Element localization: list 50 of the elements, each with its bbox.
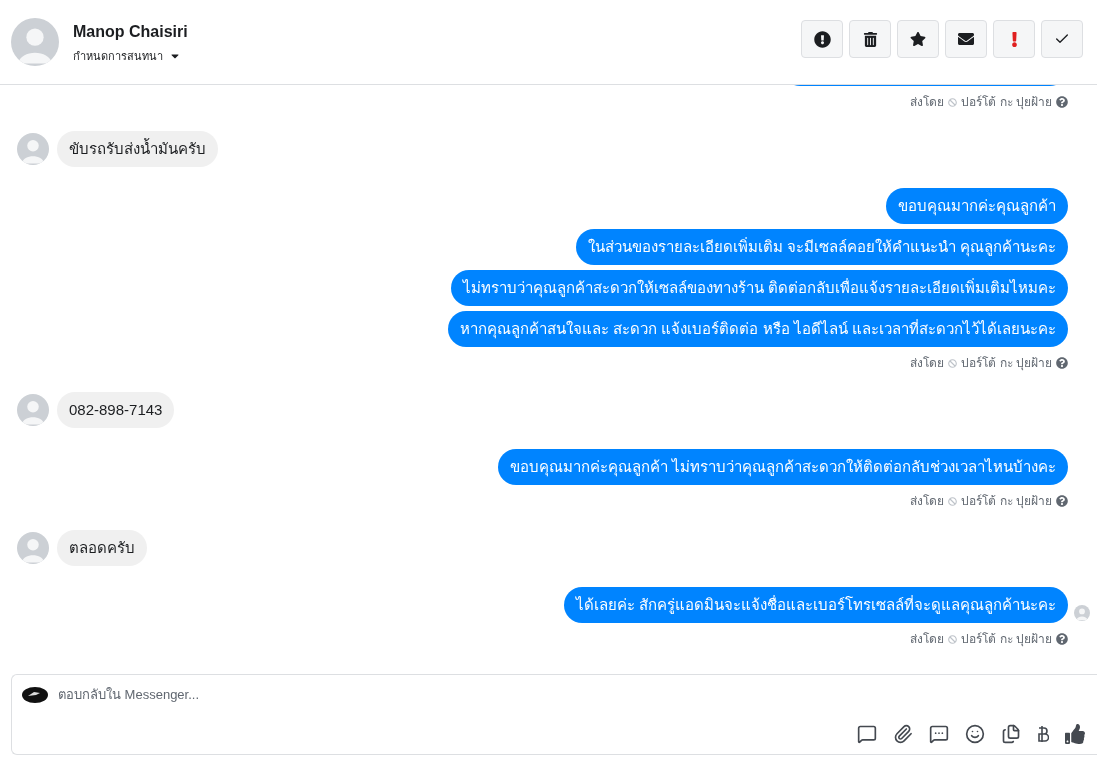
sender-name: ปอร์โต้ กะ ปุยฝ้าย bbox=[961, 94, 1052, 111]
blocked-icon bbox=[948, 496, 958, 506]
baht-icon[interactable] bbox=[1037, 725, 1049, 743]
alert-icon bbox=[813, 30, 831, 48]
message-bubble: ตลอดครับ bbox=[57, 530, 147, 566]
user-avatar bbox=[17, 133, 49, 165]
reply-box[interactable]: ตอบกลับใน Messenger... bbox=[11, 674, 1097, 755]
user-avatar bbox=[17, 394, 49, 426]
reply-input[interactable]: ตอบกลับใน Messenger... bbox=[58, 685, 1087, 705]
seen-avatar bbox=[1074, 605, 1090, 621]
message-bubble: ได้เลยค่ะ สักครู่แอดมินจะแจ้งชื่อและเบอร์โทรเซลล์ที่จะดูแลคุณลูกค้านะคะ bbox=[563, 587, 1068, 623]
contact-avatar bbox=[11, 18, 59, 66]
help-icon[interactable] bbox=[1056, 96, 1068, 108]
envelope-button[interactable] bbox=[945, 20, 987, 58]
blocked-icon bbox=[948, 634, 958, 644]
message-bubble: 082-898-7143 bbox=[57, 392, 175, 428]
sent-by-label: ส่งโดย bbox=[910, 94, 945, 111]
message-bubble: ขอบคุณมากค่ะคุณลูกค้า bbox=[886, 188, 1068, 224]
message-bubble: ไม่ทราบว่าคุณลูกค้าสะดวกให้เซลล์ของทางร้าน ติดต่อกลับเพื่อแจ้งรายละเอียดเพิ่มเติมไหมคะ bbox=[450, 270, 1068, 306]
star-icon bbox=[910, 31, 926, 47]
star-button[interactable] bbox=[897, 20, 939, 58]
message-bubble: ในส่วนของรายละเอียดเพิ่มเติม จะมีเซลล์คอยให้คำแนะนำ คุณลูกค้านะคะ bbox=[575, 229, 1068, 265]
sender-name: ปอร์โต้ กะ ปุยฝ้าย bbox=[961, 631, 1052, 648]
sent-by-label: ส่งโดย bbox=[910, 493, 945, 510]
message-bubble: ขับรถรับส่งน้ำมันครับ bbox=[57, 131, 218, 167]
paperclip-icon[interactable] bbox=[893, 724, 913, 744]
message-bubble: ขอบคุณมากค่ะคุณลูกค้า ไม่ทราบว่าคุณลูกค้าสะดวกให้ติดต่อกลับช่วงเวลาไหนบ้างคะ bbox=[497, 449, 1068, 485]
conversation-menu[interactable]: กำหนดการสนทนา bbox=[73, 47, 188, 65]
saved-replies-icon[interactable] bbox=[929, 724, 949, 744]
user-avatar bbox=[17, 532, 49, 564]
sent-by-label: ส่งโดย bbox=[910, 631, 945, 648]
sent-by-label: ส่งโดย bbox=[910, 355, 945, 372]
blocked-icon bbox=[948, 358, 958, 368]
help-icon[interactable] bbox=[1056, 495, 1068, 507]
sender-name: ปอร์โต้ กะ ปุยฝ้าย bbox=[961, 355, 1052, 372]
message-bubble: หากคุณลูกค้าสนใจและ สะดวก แจ้งเบอร์ติดต่อ หรือ ไอดีไลน์ และเวลาที่สะดวกไว้ได้เลยนะคะ bbox=[448, 311, 1068, 347]
trash-icon bbox=[862, 31, 878, 47]
documents-icon[interactable] bbox=[1001, 724, 1021, 744]
help-icon[interactable] bbox=[1056, 633, 1068, 645]
like-icon[interactable] bbox=[1065, 724, 1085, 744]
trash-button[interactable] bbox=[849, 20, 891, 58]
alert-button[interactable] bbox=[801, 20, 843, 58]
help-icon[interactable] bbox=[1056, 357, 1068, 369]
exclamation-button[interactable] bbox=[993, 20, 1035, 58]
blocked-icon bbox=[948, 97, 958, 107]
contact-name: Manop Chaisiri bbox=[73, 21, 188, 42]
sender-name: ปอร์โต้ กะ ปุยฝ้าย bbox=[961, 493, 1052, 510]
page-logo bbox=[22, 686, 48, 703]
envelope-icon bbox=[958, 31, 974, 47]
emoji-icon[interactable] bbox=[965, 724, 985, 744]
